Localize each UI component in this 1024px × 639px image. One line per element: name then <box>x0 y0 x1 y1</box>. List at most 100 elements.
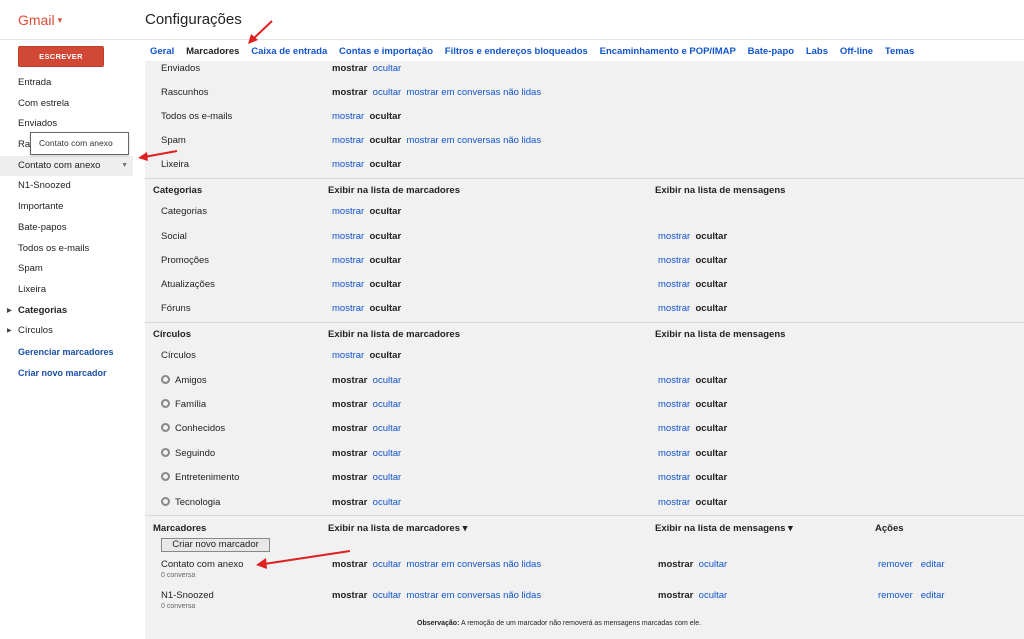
tab-geral[interactable]: Geral <box>150 46 174 57</box>
show-if-unread-link[interactable]: mostrar em conversas não lidas <box>406 559 541 570</box>
show-link[interactable]: mostrar <box>658 279 690 290</box>
sidebar-item-circulos[interactable]: ▶ Círculos <box>0 321 133 342</box>
show-link[interactable]: mostrar <box>332 303 364 314</box>
expand-triangle-icon[interactable]: ▶ <box>7 321 12 342</box>
sidebar-item-lixeira[interactable]: Lixeira <box>0 280 133 301</box>
sidebar-item-todos-os-emails[interactable]: Todos os e-mails <box>0 239 133 260</box>
message-visibility-options: mostrar ocultar <box>658 230 727 244</box>
conversation-count: 0 conversa <box>161 572 196 579</box>
tab-encaminhamento[interactable]: Encaminhamento e POP/IMAP <box>600 46 736 57</box>
circle-icon <box>161 472 170 481</box>
hide-link[interactable]: ocultar <box>373 559 402 570</box>
create-label-link[interactable]: Criar novo marcador <box>0 363 133 384</box>
hide-link[interactable]: ocultar <box>373 472 402 483</box>
hide-option: ocultar <box>369 111 402 122</box>
show-link[interactable]: mostrar <box>658 375 690 386</box>
circle-name: Família <box>175 399 207 410</box>
edit-label-link[interactable]: editar <box>921 590 945 601</box>
manage-labels-link[interactable]: Gerenciar marcadores <box>0 342 133 363</box>
show-link[interactable]: mostrar <box>332 159 364 170</box>
hide-option: ocultar <box>369 279 402 290</box>
hide-link[interactable]: ocultar <box>373 448 402 459</box>
sidebar-item-importante[interactable]: Importante <box>0 197 133 218</box>
label-options-icon[interactable]: ▼ <box>121 156 128 177</box>
show-link[interactable]: mostrar <box>332 231 364 242</box>
sidebar-item-categorias[interactable]: ▶ Categorias <box>0 301 133 322</box>
tab-caixa-de-entrada[interactable]: Caixa de entrada <box>251 46 327 57</box>
show-link[interactable]: mostrar <box>658 472 690 483</box>
message-visibility-options: mostrar ocultar <box>658 471 727 485</box>
visibility-options: mostrar ocultar <box>332 349 401 363</box>
sidebar-item-bate-papos[interactable]: Bate-papos <box>0 218 133 239</box>
hide-link[interactable]: ocultar <box>373 423 402 434</box>
show-link[interactable]: mostrar <box>658 255 690 266</box>
category-row: Categorias mostrar ocultar <box>145 205 1024 219</box>
show-link[interactable]: mostrar <box>332 206 364 217</box>
show-link[interactable]: mostrar <box>658 448 690 459</box>
tab-labs[interactable]: Labs <box>806 46 828 57</box>
circle-icon <box>161 448 170 457</box>
message-visibility-options: mostrar ocultar <box>658 254 727 268</box>
sidebar-item-n1-snoozed[interactable]: N1-Snoozed <box>0 176 133 197</box>
tab-contas-e-importacao[interactable]: Contas e importação <box>339 46 433 57</box>
label-name: Círculos <box>161 350 196 361</box>
label-name: Social <box>161 231 187 242</box>
sidebar-item-contato-com-anexo[interactable]: Contato com anexo ▼ <box>0 155 133 177</box>
visibility-options: mostrar ocultar <box>332 254 401 268</box>
hide-link[interactable]: ocultar <box>373 497 402 508</box>
show-if-unread-link[interactable]: mostrar em conversas não lidas <box>406 135 541 146</box>
remove-label-link[interactable]: remover <box>878 590 913 601</box>
show-link[interactable]: mostrar <box>658 423 690 434</box>
expand-triangle-icon[interactable]: ▶ <box>7 301 12 322</box>
show-link[interactable]: mostrar <box>332 111 364 122</box>
hide-link[interactable]: ocultar <box>373 590 402 601</box>
visibility-options: mostrar ocultar <box>332 158 401 172</box>
hide-link[interactable]: ocultar <box>699 590 728 601</box>
sidebar-item-spam[interactable]: Spam <box>0 259 133 280</box>
visibility-options: mostrar ocultar <box>332 205 401 219</box>
hide-link[interactable]: ocultar <box>373 63 402 74</box>
visibility-options: mostrar ocultar <box>332 62 401 76</box>
section-divider <box>145 178 1024 179</box>
section-header: Categorias Exibir na lista de marcadores… <box>145 184 1024 198</box>
section-title: Marcadores <box>153 523 207 534</box>
hide-link[interactable]: ocultar <box>373 399 402 410</box>
show-link[interactable]: mostrar <box>332 350 364 361</box>
show-link[interactable]: mostrar <box>658 399 690 410</box>
show-link[interactable]: mostrar <box>332 279 364 290</box>
visibility-options: mostrar ocultar <box>332 398 401 412</box>
hide-option: ocultar <box>695 375 728 386</box>
show-if-unread-link[interactable]: mostrar em conversas não lidas <box>406 590 541 601</box>
actions: remover editar <box>878 558 945 572</box>
column-header-sort[interactable]: Exibir na lista de marcadores ▾ <box>328 522 467 536</box>
show-link[interactable]: mostrar <box>658 497 690 508</box>
show-if-unread-link[interactable]: mostrar em conversas não lidas <box>406 87 541 98</box>
sidebar-item-entrada[interactable]: Entrada <box>0 73 133 94</box>
tab-filtros[interactable]: Filtros e endereços bloqueados <box>445 46 588 57</box>
tab-off-line[interactable]: Off-line <box>840 46 873 57</box>
remove-label-link[interactable]: remover <box>878 559 913 570</box>
tab-temas[interactable]: Temas <box>885 46 914 57</box>
circle-row: Seguindo mostrar ocultar mostrar ocultar <box>145 447 1024 461</box>
hide-link[interactable]: ocultar <box>373 375 402 386</box>
gmail-menu[interactable]: Gmail ▾ <box>18 12 62 28</box>
hide-link[interactable]: ocultar <box>699 559 728 570</box>
system-label-row: Lixeira mostrar ocultar <box>145 158 1024 172</box>
hide-option: ocultar <box>695 255 728 266</box>
column-header: Exibir na lista de marcadores <box>328 329 461 340</box>
annotation-arrow-icon <box>248 20 273 44</box>
column-header-sort[interactable]: Exibir na lista de mensagens ▾ <box>655 522 793 536</box>
show-link[interactable]: mostrar <box>332 135 364 146</box>
hide-option: ocultar <box>369 231 402 242</box>
tab-bate-papo[interactable]: Bate-papo <box>748 46 794 57</box>
compose-button[interactable]: ESCREVER <box>18 46 104 67</box>
create-label-label: Criar novo marcador <box>18 367 107 378</box>
show-link[interactable]: mostrar <box>658 231 690 242</box>
tab-marcadores[interactable]: Marcadores <box>186 46 239 57</box>
hide-link[interactable]: ocultar <box>373 87 402 98</box>
edit-label-link[interactable]: editar <box>921 559 945 570</box>
sidebar-item-com-estrela[interactable]: Com estrela <box>0 94 133 115</box>
show-link[interactable]: mostrar <box>658 303 690 314</box>
show-link[interactable]: mostrar <box>332 255 364 266</box>
visibility-options: mostrar ocultar <box>332 471 401 485</box>
